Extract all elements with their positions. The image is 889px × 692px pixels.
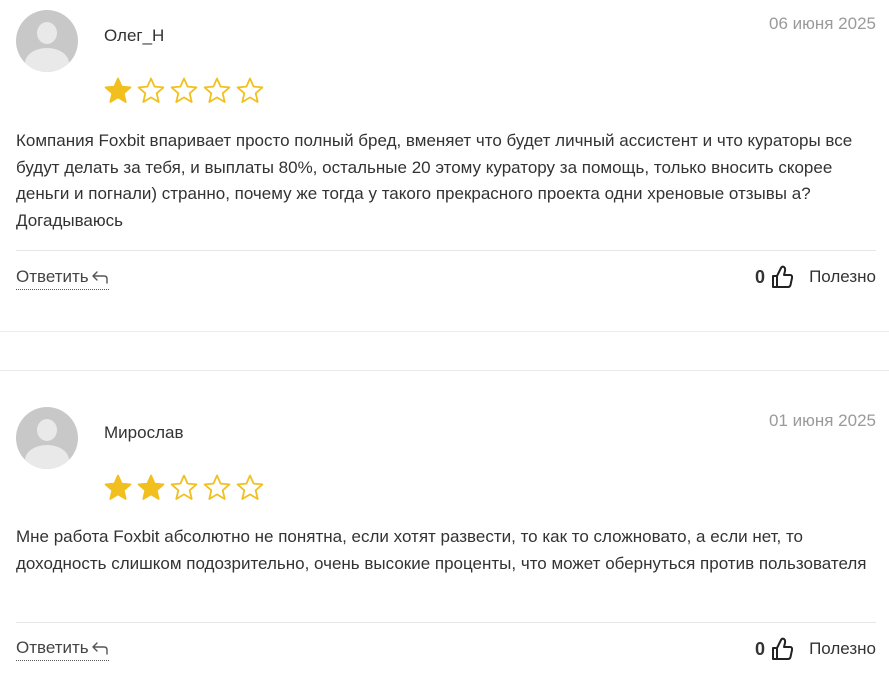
reply-label: Ответить [16, 267, 89, 286]
star-filled-icon [103, 76, 133, 106]
reply-button[interactable]: Ответить [16, 637, 109, 661]
reply-arrow-icon [91, 640, 109, 656]
reply-arrow-icon [91, 269, 109, 285]
helpful-vote: 0 Полезно [755, 264, 876, 290]
helpful-label: Полезно [809, 267, 876, 286]
review-separator [0, 331, 889, 371]
reply-button[interactable]: Ответить [16, 266, 109, 290]
review-text: Компания Foxbit впаривает просто полный … [16, 131, 853, 230]
star-rating [103, 76, 268, 106]
divider [16, 250, 876, 251]
star-empty-icon [202, 473, 232, 503]
thumbs-up-icon[interactable] [769, 636, 795, 662]
reply-label: Ответить [16, 638, 89, 657]
helpful-label: Полезно [809, 639, 876, 658]
star-filled-icon [103, 473, 133, 503]
star-empty-icon [235, 76, 265, 106]
helpful-count: 0 [755, 266, 766, 287]
star-empty-icon [202, 76, 232, 106]
user-avatar-icon [16, 407, 78, 469]
divider [16, 622, 876, 623]
review-text: Мне работа Foxbit абсолютно не понятна, … [16, 527, 867, 573]
star-empty-icon [169, 473, 199, 503]
review-date: 06 июня 2025 [768, 14, 876, 33]
review-card: Мирослав 01 июня 2025 Мне работа Foxbit … [0, 397, 889, 692]
star-rating [103, 473, 268, 503]
star-empty-icon [169, 76, 199, 106]
helpful-vote: 0 Полезно [755, 636, 876, 662]
thumbs-up-icon[interactable] [769, 264, 795, 290]
review-author: Мирослав [104, 423, 184, 442]
review-author: Олег_Н [104, 26, 165, 45]
helpful-count: 0 [755, 638, 766, 659]
star-filled-icon [136, 473, 166, 503]
user-avatar-icon [16, 10, 78, 72]
star-empty-icon [136, 76, 166, 106]
review-card: Олег_Н 06 июня 2025 Компания Foxbit впар… [0, 0, 889, 330]
star-empty-icon [235, 473, 265, 503]
review-date: 01 июня 2025 [768, 411, 876, 430]
